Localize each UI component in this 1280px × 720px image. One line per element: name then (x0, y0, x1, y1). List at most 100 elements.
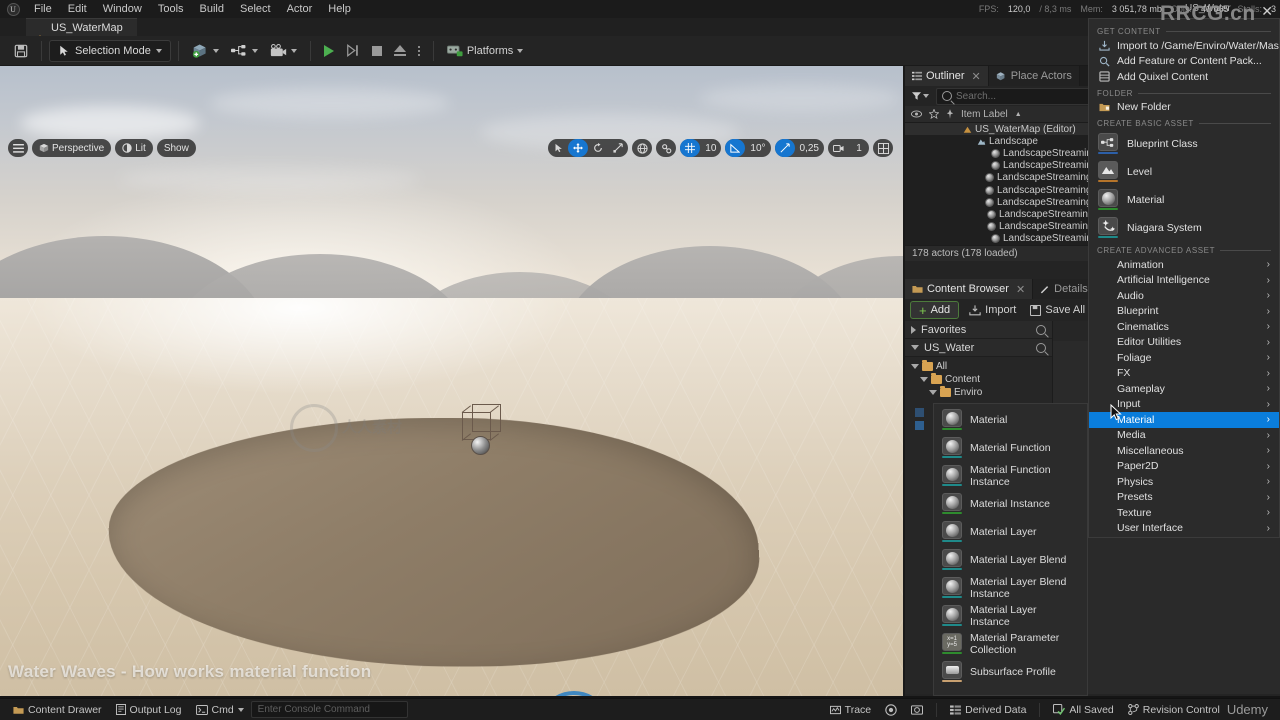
play-options-button[interactable] (412, 40, 426, 62)
ctx-fx[interactable]: FX › (1089, 366, 1279, 382)
camera-speed-value[interactable]: 1 (849, 139, 869, 157)
ctx-editor-utilities[interactable]: Editor Utilities › (1089, 335, 1279, 351)
menu-build[interactable]: Build (192, 0, 232, 18)
selected-actor-sphere[interactable] (471, 436, 490, 455)
ctx-cinematics[interactable]: Cinematics › (1089, 319, 1279, 335)
selection-mode-dropdown[interactable]: Selection Mode (49, 39, 171, 62)
search-icon[interactable] (1036, 342, 1046, 353)
outliner-filter-button[interactable] (909, 92, 932, 100)
rotate-tool-button[interactable] (588, 139, 608, 157)
asset-material-parameter-collection[interactable]: x=1 y=5 Material Parameter Collection (934, 630, 1087, 658)
menu-window[interactable]: Window (95, 0, 150, 18)
eye-icon[interactable] (911, 110, 922, 118)
skip-button[interactable] (340, 40, 366, 62)
ctx-presets[interactable]: Presets › (1089, 490, 1279, 506)
scale-snap-toggle[interactable] (774, 139, 795, 157)
chevron-down-icon[interactable] (911, 345, 919, 350)
tab-content-browser[interactable]: Content Browser ✕ (905, 279, 1034, 299)
level-viewport[interactable]: Z X 人人素材 人 RRCG 人人素材 Water Waves - How w… (0, 66, 903, 696)
trace-record-button[interactable] (878, 701, 904, 718)
ctx-blueprint[interactable]: Blueprint › (1089, 304, 1279, 320)
viewport-show-dropdown[interactable]: Show (156, 139, 196, 157)
asset-material-layer-instance[interactable]: Material Layer Instance (934, 602, 1087, 630)
all-saved-button[interactable]: All Saved (1046, 701, 1120, 718)
menu-edit[interactable]: Edit (60, 0, 95, 18)
tree-row-enviro[interactable]: Enviro (909, 386, 1052, 399)
menu-actor[interactable]: Actor (279, 0, 321, 18)
asset-material-layer-blend[interactable]: Material Layer Blend (934, 546, 1087, 574)
ctx-animation[interactable]: Animation › (1089, 257, 1279, 273)
stop-button[interactable] (366, 40, 388, 62)
angle-snap-toggle[interactable] (725, 139, 746, 157)
close-icon[interactable]: ✕ (972, 70, 981, 83)
platforms-dropdown[interactable]: Platforms (441, 40, 529, 62)
viewport-layout-button[interactable] (873, 139, 893, 157)
menu-tools[interactable]: Tools (150, 0, 192, 18)
menu-file[interactable]: File (26, 0, 60, 18)
ctx-add-feature-or-content-pack[interactable]: Add Feature or Content Pack... (1089, 54, 1279, 70)
chevron-down-icon[interactable] (929, 390, 937, 395)
ctx-audio[interactable]: Audio › (1089, 288, 1279, 304)
ctx-level[interactable]: Level (1089, 158, 1279, 186)
angle-snap-value[interactable]: 10° (745, 139, 770, 157)
trace-button[interactable]: Trace (823, 701, 878, 718)
asset-material-instance[interactable]: Material Instance (934, 490, 1087, 518)
add-content-button[interactable] (186, 40, 225, 62)
ctx-material[interactable]: Material (1089, 186, 1279, 214)
source-root-row[interactable]: US_Water (905, 339, 1052, 357)
tree-row-all[interactable]: All (909, 360, 1052, 373)
eject-button[interactable] (388, 40, 412, 62)
asset-material-layer-blend-instance[interactable]: Material Layer Blend Instance (934, 574, 1087, 602)
ctx-add-quixel-content[interactable]: Add Quixel Content (1089, 69, 1279, 85)
translate-tool-button[interactable] (568, 139, 589, 157)
ctx-import-to-path[interactable]: Import to /Game/Enviro/Water/Master... (1089, 38, 1279, 54)
grid-snap-value[interactable]: 10 (700, 139, 721, 157)
ctx-paper2d[interactable]: Paper2D › (1089, 459, 1279, 475)
viewport-lit-dropdown[interactable]: Lit (115, 139, 153, 157)
cinematics-button[interactable] (264, 40, 303, 62)
ctx-texture[interactable]: Texture › (1089, 505, 1279, 521)
close-icon[interactable]: ✕ (1016, 283, 1025, 296)
ctx-miscellaneous[interactable]: Miscellaneous › (1089, 443, 1279, 459)
unreal-logo-icon[interactable]: U (0, 0, 26, 18)
save-button[interactable] (8, 40, 34, 62)
ctx-artificial-intelligence[interactable]: Artificial Intelligence › (1089, 273, 1279, 289)
import-button[interactable]: Import (965, 301, 1020, 319)
chevron-down-icon[interactable] (920, 377, 928, 382)
scale-snap-value[interactable]: 0,25 (795, 139, 824, 157)
scale-tool-button[interactable] (608, 139, 628, 157)
play-button[interactable] (318, 40, 340, 62)
ctx-physics[interactable]: Physics › (1089, 474, 1279, 490)
world-coordinates-button[interactable] (632, 139, 653, 157)
viewport-perspective-dropdown[interactable]: Perspective (32, 139, 112, 157)
pin-icon[interactable] (946, 109, 954, 119)
surface-snapping-button[interactable] (656, 139, 677, 157)
tab-details[interactable]: Details (1033, 279, 1096, 299)
asset-subsurface-profile[interactable]: Subsurface Profile (934, 658, 1087, 686)
chevron-right-icon[interactable] (911, 325, 916, 334)
star-icon[interactable] (929, 109, 939, 119)
favorites-row[interactable]: Favorites (905, 321, 1052, 339)
menu-help[interactable]: Help (320, 0, 359, 18)
ctx-gameplay[interactable]: Gameplay › (1089, 381, 1279, 397)
selected-actor-bounds[interactable] (461, 404, 501, 441)
ctx-new-folder[interactable]: New Folder (1089, 100, 1279, 116)
add-asset-button[interactable]: + Add (910, 301, 960, 319)
chevron-down-icon[interactable] (911, 364, 919, 369)
select-tool-button[interactable] (548, 139, 568, 157)
tab-place-actors[interactable]: Place Actors (988, 66, 1080, 86)
tab-outliner[interactable]: Outliner ✕ (905, 66, 989, 86)
trace-screenshot-button[interactable] (904, 701, 930, 718)
tree-row-content[interactable]: Content (909, 373, 1052, 386)
asset-material-function[interactable]: Material Function (934, 434, 1087, 462)
tab-us-watermap[interactable]: US_WaterMap (26, 18, 137, 43)
revision-control-button[interactable]: Revision Control (1121, 701, 1227, 718)
grid-snap-toggle[interactable] (680, 139, 701, 157)
asset-material[interactable]: Material (934, 406, 1087, 434)
outliner-item-label-header[interactable]: Item Label (961, 109, 1008, 120)
asset-material-function-instance[interactable]: Material Function Instance (934, 462, 1087, 490)
search-icon[interactable] (1036, 324, 1046, 335)
cmd-dropdown[interactable]: Cmd (189, 701, 251, 718)
save-all-button[interactable]: Save All (1026, 301, 1089, 319)
camera-speed-icon[interactable] (828, 139, 849, 157)
